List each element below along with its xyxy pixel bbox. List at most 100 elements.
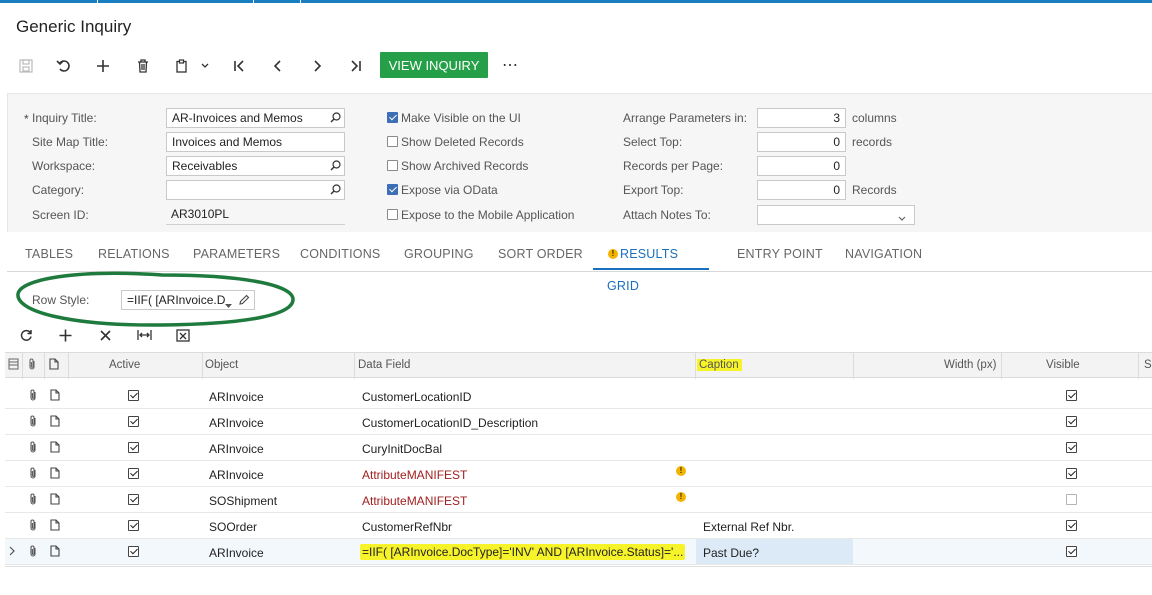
save-icon[interactable] (16, 55, 36, 77)
select-top-field[interactable]: 0 (757, 132, 846, 152)
attachment-icon[interactable] (28, 545, 38, 561)
delete-row-icon[interactable] (97, 327, 113, 343)
search-icon[interactable] (330, 184, 341, 198)
expose-odata-checkbox[interactable] (387, 184, 398, 195)
tab-tables[interactable]: TABLES (25, 238, 73, 270)
tab-conditions[interactable]: CONDITIONS (300, 238, 380, 270)
tab-results-grid[interactable]: ! RESULTS GRID (593, 238, 709, 293)
view-inquiry-button[interactable]: VIEW INQUIRY (380, 52, 488, 78)
records-per-page-field[interactable]: 0 (757, 156, 846, 176)
search-icon[interactable] (330, 112, 341, 126)
visible-checkbox[interactable] (1066, 520, 1077, 531)
column-header-width[interactable]: Width (px) (944, 359, 996, 371)
attachment-icon[interactable] (28, 441, 38, 457)
active-checkbox[interactable] (128, 546, 139, 557)
note-icon[interactable] (50, 441, 60, 456)
arrange-parameters-field[interactable]: 3 (757, 108, 846, 128)
show-deleted-checkbox[interactable] (387, 136, 398, 147)
warning-icon[interactable]: ! (676, 466, 686, 476)
export-top-field[interactable]: 0 (757, 180, 846, 200)
attachment-icon[interactable] (28, 389, 38, 405)
note-icon[interactable] (50, 493, 60, 508)
edit-pencil-icon[interactable] (238, 294, 250, 309)
add-icon[interactable] (93, 55, 113, 77)
note-icon[interactable] (50, 519, 60, 534)
row-selector-chevron-icon[interactable] (9, 545, 15, 559)
attachment-icon[interactable] (28, 519, 38, 535)
active-checkbox[interactable] (128, 442, 139, 453)
category-field[interactable] (166, 180, 345, 200)
next-record-icon[interactable] (307, 55, 327, 77)
column-header-active[interactable]: Active (109, 359, 140, 371)
table-row[interactable]: ARInvoice CuryInitDocBal (5, 435, 1152, 461)
attachment-icon[interactable] (28, 493, 38, 509)
column-header-s[interactable]: S (1144, 359, 1152, 371)
make-visible-checkbox[interactable] (387, 112, 398, 123)
more-actions-button[interactable]: ⋯ (498, 54, 522, 76)
note-icon[interactable] (50, 545, 60, 560)
chevron-down-icon[interactable] (198, 55, 212, 77)
object-cell: ARInvoice (209, 468, 264, 482)
export-excel-icon[interactable] (175, 327, 191, 343)
clipboard-icon[interactable] (172, 55, 192, 77)
warning-icon[interactable]: ! (676, 492, 686, 502)
site-map-title-field[interactable]: Invoices and Memos (166, 132, 345, 152)
attachment-icon (27, 358, 37, 374)
active-checkbox[interactable] (128, 520, 139, 531)
visible-checkbox[interactable] (1066, 468, 1077, 479)
table-row[interactable]: ARInvoice CustomerLocationID (5, 383, 1152, 409)
chevron-down-icon[interactable] (898, 211, 906, 224)
table-row[interactable]: ARInvoice AttributeMANIFEST ! (5, 461, 1152, 487)
tab-sort-order[interactable]: SORT ORDER (498, 238, 583, 270)
object-cell: ARInvoice (209, 390, 264, 404)
visible-checkbox[interactable] (1066, 494, 1077, 505)
attach-notes-select[interactable] (757, 205, 915, 225)
column-header-caption[interactable]: Caption (697, 359, 742, 371)
grid-settings-icon[interactable] (8, 358, 19, 373)
data-field-cell: CuryInitDocBal (362, 442, 443, 456)
active-checkbox[interactable] (128, 494, 139, 505)
active-checkbox[interactable] (128, 416, 139, 427)
active-checkbox[interactable] (128, 468, 139, 479)
last-record-icon[interactable] (346, 55, 366, 77)
note-icon[interactable] (50, 415, 60, 430)
attachment-icon[interactable] (28, 467, 38, 483)
row-style-field[interactable]: =IIF( [ARInvoice.D (121, 290, 255, 310)
show-archived-checkbox[interactable] (387, 160, 398, 171)
first-record-icon[interactable] (229, 55, 249, 77)
table-row-selected[interactable]: ARInvoice =IIF( [ARInvoice.DocType]='INV… (5, 539, 1152, 565)
note-icon[interactable] (50, 389, 60, 404)
expose-mobile-checkbox[interactable] (387, 209, 398, 220)
visible-checkbox[interactable] (1066, 390, 1077, 401)
note-icon[interactable] (50, 467, 60, 482)
refresh-icon[interactable] (18, 327, 34, 343)
visible-checkbox[interactable] (1066, 442, 1077, 453)
tab-grouping[interactable]: GROUPING (404, 238, 474, 270)
arrange-parameters-value: 3 (833, 111, 840, 125)
add-row-icon[interactable] (57, 327, 73, 343)
attachment-icon[interactable] (28, 415, 38, 431)
column-header-object[interactable]: Object (205, 359, 238, 371)
inquiry-title-field[interactable]: AR-Invoices and Memos (166, 108, 345, 128)
undo-icon[interactable] (54, 55, 74, 77)
tab-entry-point[interactable]: ENTRY POINT (737, 238, 823, 270)
fit-columns-icon[interactable] (136, 327, 152, 343)
export-top-suffix: Records (852, 183, 897, 197)
column-header-visible[interactable]: Visible (1046, 359, 1080, 371)
tab-relations[interactable]: RELATIONS (98, 238, 170, 270)
visible-checkbox[interactable] (1066, 416, 1077, 427)
tab-parameters[interactable]: PARAMETERS (193, 238, 280, 270)
search-icon[interactable] (330, 160, 341, 174)
active-checkbox[interactable] (128, 390, 139, 401)
delete-icon[interactable] (133, 55, 153, 77)
dropdown-arrow-icon[interactable] (225, 298, 232, 309)
table-row[interactable]: SOOrder CustomerRefNbr External Ref Nbr. (5, 513, 1152, 539)
note-icon (49, 358, 59, 373)
visible-checkbox[interactable] (1066, 546, 1077, 557)
previous-record-icon[interactable] (268, 55, 288, 77)
tab-navigation[interactable]: NAVIGATION (845, 238, 922, 270)
table-row[interactable]: SOShipment AttributeMANIFEST ! (5, 487, 1152, 513)
table-row[interactable]: ARInvoice CustomerLocationID_Description (5, 409, 1152, 435)
workspace-field[interactable]: Receivables (166, 156, 345, 176)
column-header-data-field[interactable]: Data Field (358, 359, 410, 371)
